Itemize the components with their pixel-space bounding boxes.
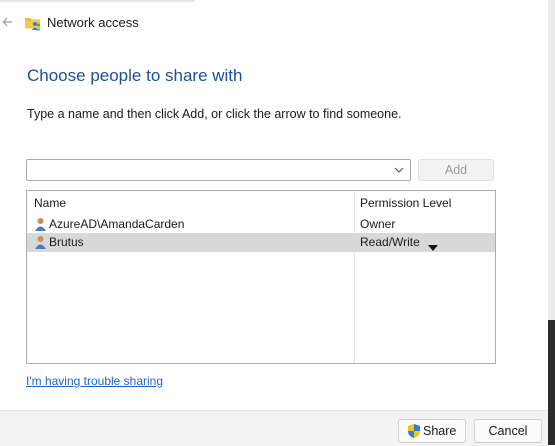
user-icon (34, 235, 47, 249)
back-arrow-icon[interactable] (2, 14, 14, 30)
name-input[interactable] (29, 161, 390, 179)
column-header-permission[interactable]: Permission Level (360, 196, 451, 210)
cancel-button[interactable]: Cancel (474, 419, 542, 443)
list-item[interactable]: Brutus Read/Write (27, 233, 495, 252)
list-item[interactable]: AzureAD\AmandaCarden Owner (27, 215, 495, 234)
column-header-name[interactable]: Name (34, 196, 66, 210)
list-item-permission: Owner (360, 217, 396, 231)
folder-users-icon (24, 15, 42, 31)
page-heading: Choose people to share with (27, 66, 243, 85)
trouble-sharing-link[interactable]: I'm having trouble sharing (26, 374, 163, 389)
caret-down-icon[interactable] (428, 239, 438, 251)
list-header: Name Permission Level (27, 191, 495, 211)
user-icon (34, 217, 47, 231)
title-bar: Network access (0, 0, 548, 46)
people-list: Name Permission Level AzureAD\AmandaCard… (26, 190, 496, 364)
share-button[interactable]: Share (398, 419, 466, 443)
chevron-down-icon[interactable] (392, 162, 406, 178)
instructions-text: Type a name and then click Add, or click… (27, 107, 402, 121)
list-item-name: AzureAD\AmandaCarden (49, 217, 185, 231)
share-button-label: Share (423, 424, 457, 438)
background-dark-region (548, 320, 555, 445)
permission-dropdown[interactable]: Read/Write (360, 235, 420, 250)
background-edge (548, 0, 555, 445)
uac-shield-icon (407, 423, 421, 439)
list-item-name: Brutus (49, 235, 84, 249)
name-combo-box[interactable] (26, 159, 411, 181)
window-title: Network access (47, 15, 139, 30)
add-button[interactable]: Add (418, 159, 494, 181)
